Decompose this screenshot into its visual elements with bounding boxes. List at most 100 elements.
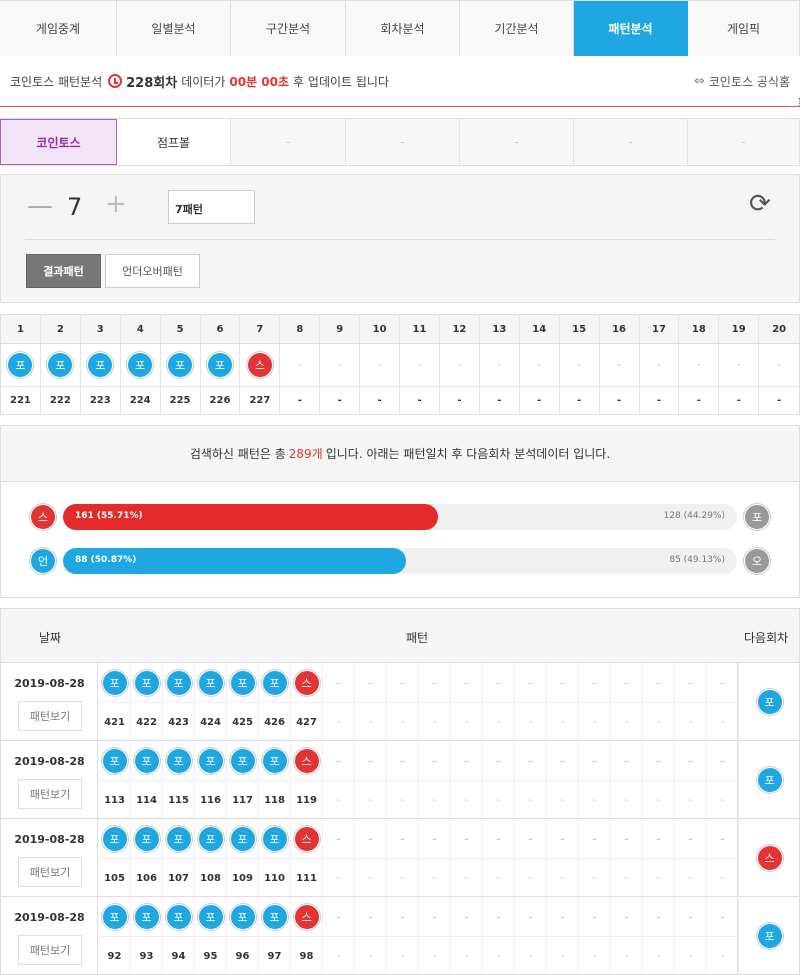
subtab-5[interactable]: -: [460, 119, 574, 165]
subtab-2[interactable]: 점프볼: [117, 119, 231, 165]
official-home-link[interactable]: ⇔ 코인토스 공식홈: [694, 73, 790, 90]
empty-dash: -: [336, 753, 341, 768]
pattern-view-button[interactable]: 패턴보기: [18, 857, 82, 887]
pattern-view-button[interactable]: 패턴보기: [18, 701, 82, 731]
empty-dash: -: [464, 909, 469, 924]
underover-pattern-button[interactable]: 언더오버패턴: [105, 254, 200, 288]
official-home-label: 코인토스 공식홈: [708, 74, 790, 89]
history-ball: 포: [197, 903, 224, 930]
history-round-cell: -: [675, 703, 707, 741]
history-ball: 포: [261, 903, 288, 930]
current-round: 228회차: [126, 75, 178, 91]
history-ball-cell: -: [387, 897, 419, 937]
empty-dash: -: [336, 950, 341, 962]
empty-dash: -: [624, 716, 629, 728]
history-date-cell: 2019-08-28 패턴보기: [1, 897, 98, 974]
history-ball: 포: [261, 669, 288, 696]
next-round-ball: 포: [756, 767, 783, 793]
subtab-3[interactable]: -: [231, 119, 346, 165]
empty-dash: -: [464, 831, 469, 846]
history-ball-cell: -: [483, 741, 515, 781]
pattern-table-header: 1 2 3 4 5 6 7 8 9 10 11 12 13 14 15 16 17 18 19 20: [1, 315, 800, 344]
subtab-6[interactable]: -: [574, 119, 688, 165]
history-round-cell: 117: [227, 781, 259, 819]
subtab-1[interactable]: 코인토스: [0, 119, 117, 165]
history-ball-cell: -: [707, 741, 739, 781]
tab-3[interactable]: 구간분석: [231, 1, 346, 56]
history-ball: 포: [229, 825, 256, 852]
tab-7[interactable]: 게임픽: [688, 1, 800, 56]
pattern-ball: 포: [87, 352, 114, 378]
history-round-cell: 115: [163, 781, 195, 819]
history-round-cell: -: [579, 937, 611, 974]
divider: [25, 239, 775, 240]
stat-right-text: 128 (44.29%): [663, 511, 725, 521]
history-round-cell: -: [611, 781, 643, 819]
history-ball-cell: -: [451, 663, 483, 703]
empty-dash: -: [720, 753, 725, 768]
history-ball-cell: -: [323, 819, 355, 859]
history-ball: 스: [293, 825, 320, 852]
stat-right-text: 85 (49.13%): [669, 555, 725, 565]
pattern-round: 224: [121, 387, 161, 414]
history-round-cell: -: [707, 859, 739, 897]
plus-icon[interactable]: +: [105, 189, 127, 219]
history-round-cell: -: [483, 703, 515, 741]
pattern-round: -: [679, 387, 720, 414]
history-round-cell: 118: [259, 781, 291, 819]
empty-dash: -: [400, 872, 405, 884]
history-ball-cell: -: [547, 819, 579, 859]
empty-dash: -: [656, 872, 661, 884]
pattern-view-button[interactable]: 패턴보기: [18, 935, 82, 965]
history-round-cell: 423: [163, 703, 195, 741]
empty-dash: -: [377, 359, 382, 371]
pattern-round: -: [280, 387, 321, 414]
empty-dash: -: [400, 909, 405, 924]
history-round-cell: 427: [291, 703, 323, 741]
history-ball-cell: 포: [163, 663, 195, 703]
history-round-cell: 119: [291, 781, 323, 819]
pattern-select[interactable]: 7패턴: [168, 190, 255, 224]
history-ball-cell: -: [451, 819, 483, 859]
empty-dash: -: [688, 909, 693, 924]
history-ball-cell: -: [643, 897, 675, 937]
pattern-round: -: [719, 387, 760, 414]
empty-dash: -: [368, 909, 373, 924]
pattern-col-header: 5: [160, 315, 201, 344]
history-round-cell: -: [579, 781, 611, 819]
subtab-7[interactable]: -: [688, 119, 800, 165]
empty-dash: -: [656, 675, 661, 690]
history-round-cell: -: [515, 703, 547, 741]
history-row: 2019-08-28 패턴보기 포 105 포 106 포 107 포 108 포 109 포 110 스 1…: [1, 819, 799, 897]
empty-dash: -: [624, 909, 629, 924]
tab-2[interactable]: 일별분석: [117, 1, 231, 56]
tab-1[interactable]: 게임중계: [0, 1, 117, 56]
empty-dash: -: [656, 831, 661, 846]
history-date: 2019-08-28: [14, 677, 85, 690]
history-ball: 포: [229, 747, 256, 774]
history-ball-cell: -: [675, 819, 707, 859]
history-header: 날짜 패턴 다음회차: [1, 609, 799, 663]
empty-dash: -: [432, 872, 437, 884]
subtab-4[interactable]: -: [346, 119, 460, 165]
history-round-cell: 97: [259, 937, 291, 974]
pattern-view-button[interactable]: 패턴보기: [18, 779, 82, 809]
empty-dash: -: [624, 950, 629, 962]
empty-dash: -: [432, 753, 437, 768]
result-pattern-button[interactable]: 결과패턴: [26, 254, 101, 288]
tab-4[interactable]: 회차분석: [346, 1, 460, 56]
pattern-round: -: [440, 387, 480, 414]
refresh-icon[interactable]: ⟳: [749, 189, 771, 219]
tab-5[interactable]: 기간분석: [460, 1, 574, 56]
empty-dash: -: [336, 909, 341, 924]
history-ball-cell: -: [515, 741, 547, 781]
tab-6[interactable]: 패턴분석: [574, 1, 688, 56]
minus-icon[interactable]: —: [27, 191, 53, 221]
pattern-cell: 포: [40, 344, 81, 387]
empty-dash: -: [592, 716, 597, 728]
history-round-cell: -: [515, 781, 547, 819]
pattern-round: -: [560, 387, 600, 414]
history-round-cell: -: [451, 937, 483, 974]
stat-right-ball: 포: [744, 504, 770, 530]
empty-dash: -: [417, 359, 422, 371]
